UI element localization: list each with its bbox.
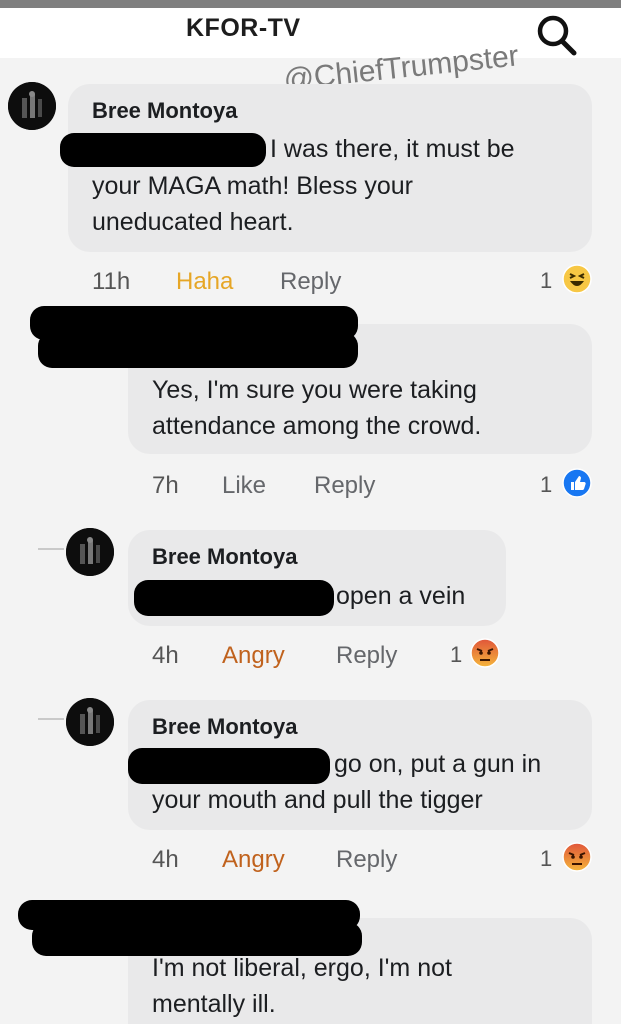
thread-line	[38, 548, 64, 550]
comment-author[interactable]: Bree Montoya	[152, 714, 297, 740]
avatar[interactable]	[66, 698, 114, 746]
reaction-count: 1	[540, 846, 553, 871]
haha-button[interactable]: Haha	[176, 268, 233, 296]
angry-button[interactable]: Angry	[222, 846, 285, 874]
reply-button[interactable]: Reply	[336, 642, 397, 670]
thread-line	[38, 718, 64, 720]
avatar-photo-icon	[66, 528, 114, 576]
search-icon[interactable]	[534, 12, 578, 56]
comment-text: mentally ill.	[152, 990, 276, 1018]
angry-reaction-icon[interactable]	[470, 638, 500, 668]
haha-reaction-icon[interactable]	[562, 264, 592, 294]
reaction-count: 1	[540, 472, 553, 497]
comment-text: I was there, it must be	[270, 135, 515, 163]
comment-time: 7h	[152, 472, 179, 499]
angry-button[interactable]: Angry	[222, 642, 285, 670]
reaction-count: 1	[540, 268, 553, 293]
top-strip	[0, 0, 621, 8]
redacted-name	[60, 133, 266, 167]
comment-text: open a vein	[336, 582, 466, 610]
comment-text: uneducated heart.	[92, 208, 294, 236]
comment-time: 4h	[152, 642, 179, 669]
comment-text: attendance among the crowd.	[152, 412, 482, 440]
comment-author[interactable]: Bree Montoya	[92, 98, 237, 124]
reply-button[interactable]: Reply	[314, 472, 375, 500]
comment-text: go on, put a gun in	[334, 750, 542, 778]
comment-text: your MAGA math! Bless your	[92, 172, 413, 200]
reaction-count: 1	[450, 642, 463, 667]
comment-text: I'm not liberal, ergo, I'm not	[152, 954, 452, 982]
comment-text: Yes, I'm sure you were taking	[152, 376, 477, 404]
reply-button[interactable]: Reply	[336, 846, 397, 874]
avatar[interactable]	[66, 528, 114, 576]
avatar-photo-icon	[8, 82, 56, 130]
reply-button[interactable]: Reply	[280, 268, 341, 296]
redacted-name	[134, 580, 334, 616]
redacted-name	[128, 748, 330, 784]
redacted-author	[38, 332, 358, 368]
comment-text: your mouth and pull the tigger	[152, 786, 483, 814]
avatar-photo-icon	[66, 698, 114, 746]
avatar[interactable]	[8, 82, 56, 130]
like-button[interactable]: Like	[222, 472, 266, 500]
comment-author[interactable]: Bree Montoya	[152, 544, 297, 570]
comment-time: 11h	[92, 268, 131, 295]
top-bar: KFOR-TV	[0, 0, 621, 58]
comment-time: 4h	[152, 846, 179, 873]
page-title: KFOR-TV	[186, 14, 301, 42]
like-reaction-icon[interactable]	[562, 468, 592, 498]
angry-reaction-icon[interactable]	[562, 842, 592, 872]
